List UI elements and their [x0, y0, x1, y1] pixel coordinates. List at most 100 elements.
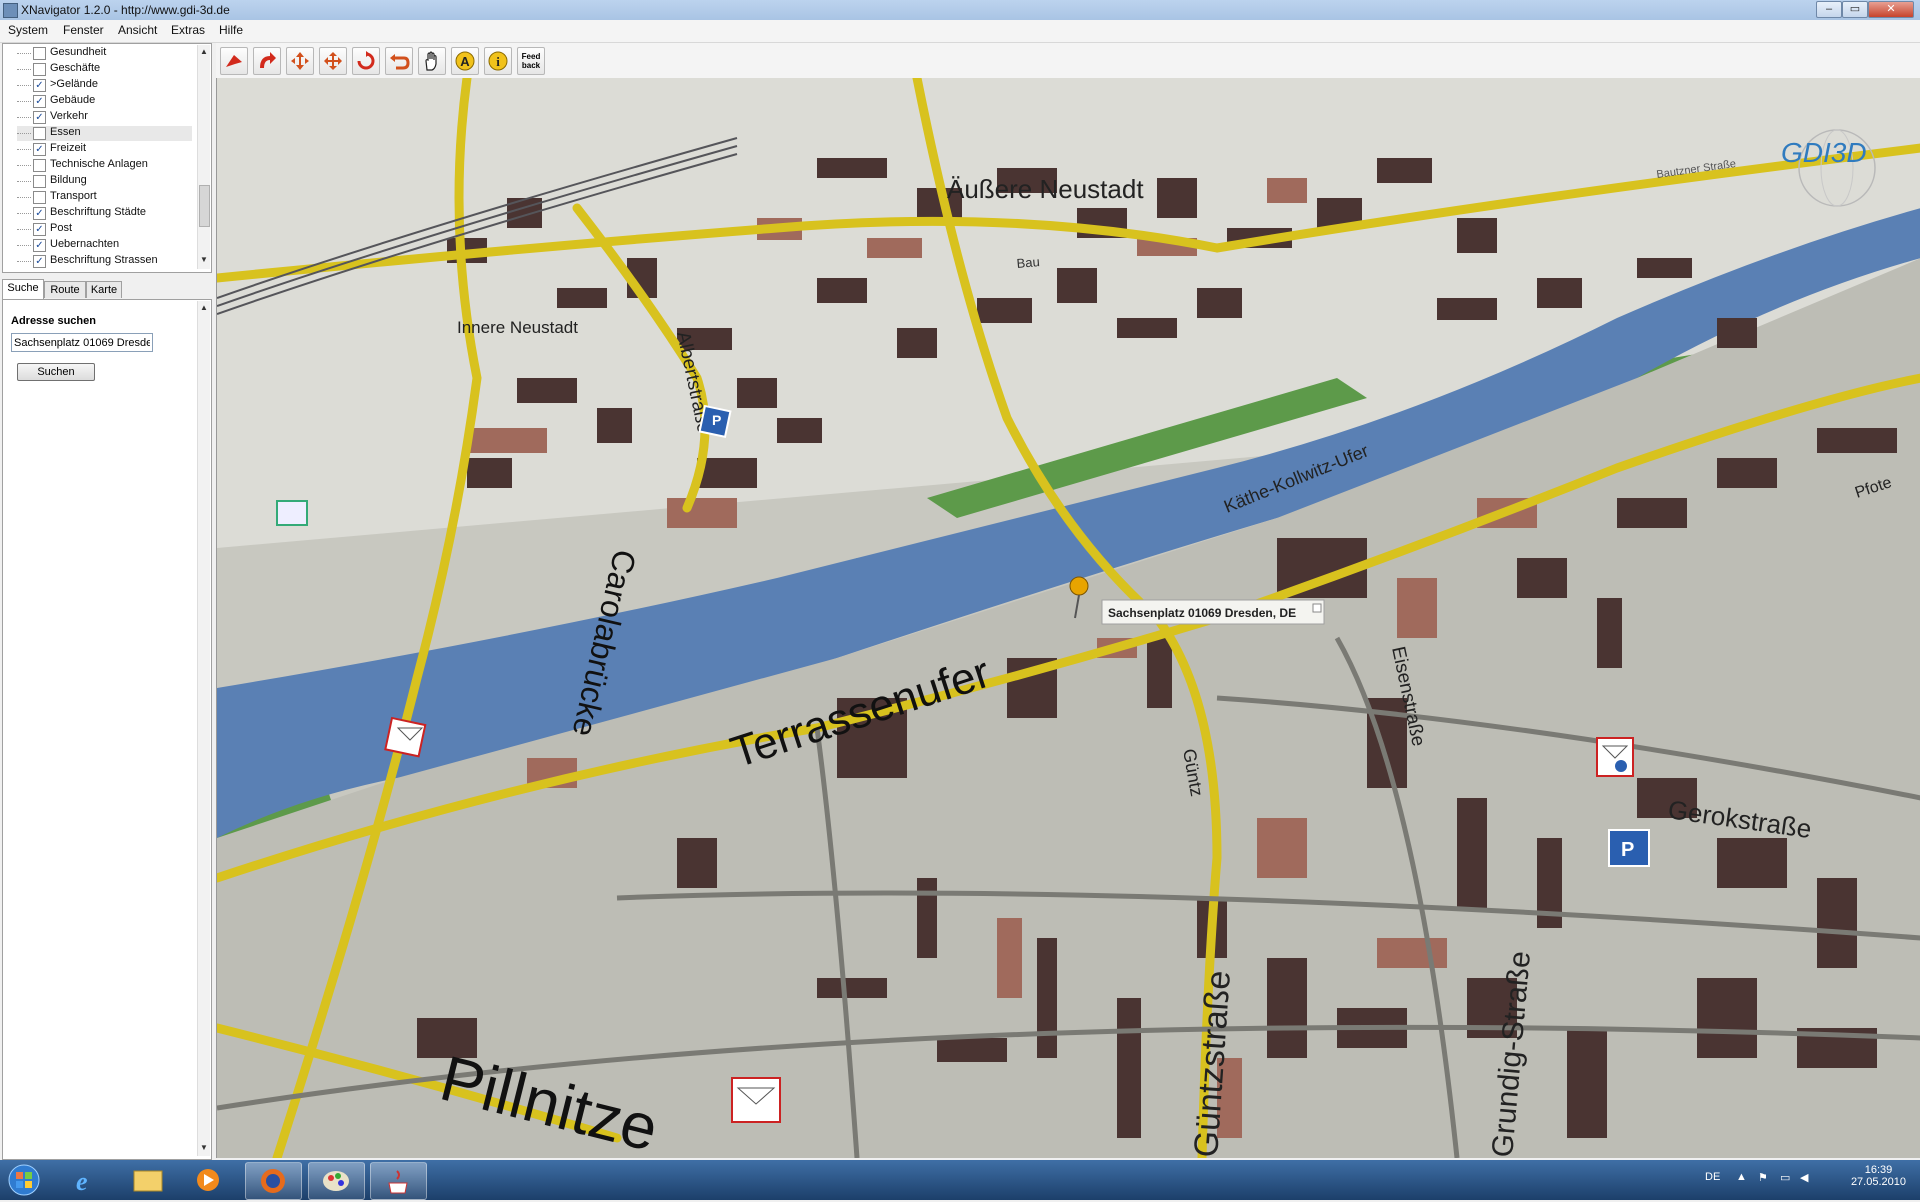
- tab-karte[interactable]: Karte: [86, 281, 122, 298]
- feedback-label-2: back: [521, 61, 541, 70]
- search-panel: Adresse suchen Suchen ▲ ▼: [2, 299, 212, 1160]
- menu-ansicht[interactable]: Ansicht: [118, 23, 157, 37]
- taskbar-ie[interactable]: e: [60, 1162, 115, 1198]
- layer-item-geschaefte[interactable]: Geschäfte: [17, 62, 192, 77]
- start-button[interactable]: [4, 1162, 50, 1198]
- label-aussere-neustadt: Äußere Neustadt: [947, 174, 1144, 204]
- search-button[interactable]: Suchen: [17, 363, 95, 381]
- pan-vertical-button[interactable]: [286, 47, 314, 75]
- layer-checkbox[interactable]: ✓: [33, 79, 46, 92]
- layer-item-uebernachten[interactable]: ✓ Uebernachten: [17, 238, 192, 253]
- layer-item-essen[interactable]: Essen: [17, 126, 192, 141]
- minimize-button[interactable]: –: [1816, 1, 1842, 18]
- taskbar-media-player[interactable]: [180, 1162, 235, 1198]
- sidebar-tabs: Suche Route Karte: [2, 279, 210, 299]
- parking-icon[interactable]: P: [698, 404, 732, 439]
- layer-scrollbar[interactable]: ▲ ▼: [197, 45, 210, 269]
- layer-checkbox[interactable]: [33, 63, 46, 76]
- popup-text: Sachsenplatz 01069 Dresden, DE: [1108, 606, 1296, 620]
- scroll-up-icon[interactable]: ▲: [199, 47, 209, 57]
- hand-tool-button[interactable]: [418, 47, 446, 75]
- layer-item-gebaeude[interactable]: ✓ Gebäude: [17, 94, 192, 109]
- menu-system[interactable]: System: [8, 23, 48, 37]
- hotel-cube-icon[interactable]: [276, 500, 308, 526]
- layer-checkbox[interactable]: ✓: [33, 207, 46, 220]
- layer-checkbox[interactable]: [33, 127, 46, 140]
- taskbar-paint[interactable]: [308, 1162, 365, 1200]
- close-button[interactable]: ✕: [1868, 1, 1914, 18]
- layer-item-verkehr[interactable]: ✓ Verkehr: [17, 110, 192, 125]
- svg-text:P: P: [1621, 839, 1634, 861]
- tab-route[interactable]: Route: [44, 281, 86, 298]
- scroll-down-icon[interactable]: ▼: [199, 255, 209, 265]
- menu-fenster[interactable]: Fenster: [63, 23, 104, 37]
- layer-item-post[interactable]: ✓ Post: [17, 222, 192, 237]
- media-player-icon: [197, 1169, 219, 1191]
- scroll-up-icon[interactable]: ▲: [199, 303, 209, 313]
- layer-item-transport[interactable]: Transport: [17, 190, 192, 205]
- search-scrollbar[interactable]: ▲ ▼: [197, 301, 210, 1156]
- annotation-button[interactable]: A: [451, 47, 479, 75]
- layer-item-technische-anlagen[interactable]: Technische Anlagen: [17, 158, 192, 173]
- tray-show-hidden-icon[interactable]: ▲: [1736, 1171, 1747, 1183]
- layer-item-freizeit[interactable]: ✓ Freizeit: [17, 142, 192, 157]
- windows-taskbar: e DE ▲ ⚑ ▭ ◀ 16:39 27.05.2010: [0, 1160, 1920, 1200]
- tray-flag-icon[interactable]: ⚑: [1758, 1171, 1768, 1184]
- address-input[interactable]: [11, 333, 153, 352]
- map-toolbar: A i Feed back: [216, 43, 1920, 79]
- layer-checkbox[interactable]: ✓: [33, 143, 46, 156]
- paint-icon: [323, 1171, 349, 1191]
- internet-explorer-icon: e: [76, 1167, 88, 1196]
- menu-hilfe[interactable]: Hilfe: [219, 23, 243, 37]
- scroll-down-icon[interactable]: ▼: [199, 1143, 209, 1153]
- app-icon: [3, 3, 18, 18]
- popup-close-icon[interactable]: [1312, 603, 1322, 613]
- layer-checkbox[interactable]: ✓: [33, 111, 46, 124]
- tray-volume-icon[interactable]: ◀: [1800, 1171, 1808, 1184]
- post-cube-icon[interactable]: [1596, 737, 1634, 777]
- layer-item-bildung[interactable]: Bildung: [17, 174, 192, 189]
- layer-item-gelaende[interactable]: ✓ >Gelände: [17, 78, 192, 93]
- taskbar-clock[interactable]: 16:39 27.05.2010: [1851, 1164, 1906, 1188]
- layer-checkbox[interactable]: [33, 47, 46, 60]
- feedback-button[interactable]: Feed back: [517, 47, 545, 75]
- tray-network-icon[interactable]: ▭: [1780, 1171, 1790, 1184]
- post-cube-icon[interactable]: [731, 1077, 781, 1123]
- address-popup[interactable]: Sachsenplatz 01069 Dresden, DE: [1101, 599, 1325, 625]
- post-cube-icon[interactable]: [384, 716, 427, 758]
- layer-checkbox[interactable]: [33, 159, 46, 172]
- logo-text: GDI3D: [1781, 137, 1867, 168]
- layer-checkbox[interactable]: ✓: [33, 239, 46, 252]
- tab-suche[interactable]: Suche: [2, 279, 44, 299]
- layer-checkbox[interactable]: ✓: [33, 95, 46, 108]
- parking-icon[interactable]: P: [1608, 829, 1650, 867]
- menu-extras[interactable]: Extras: [171, 23, 205, 37]
- layer-item-beschriftung-staedte[interactable]: ✓ Beschriftung Städte: [17, 206, 192, 221]
- info-button[interactable]: i: [484, 47, 512, 75]
- pan-button[interactable]: [319, 47, 347, 75]
- map-canvas[interactable]: Äußere Neustadt Innere Neustadt Albertst…: [217, 78, 1920, 1158]
- layer-item-gesundheit[interactable]: Gesundheit: [17, 46, 192, 61]
- taskbar-java[interactable]: [370, 1162, 427, 1200]
- hand-icon: [425, 51, 437, 71]
- taskbar-firefox[interactable]: [245, 1162, 302, 1200]
- text-annotation-icon: A: [455, 51, 475, 71]
- taskbar-explorer[interactable]: [120, 1162, 175, 1198]
- move-forward-button[interactable]: [220, 47, 248, 75]
- rotate-up-button[interactable]: [253, 47, 281, 75]
- layer-item-beschriftung-strassen[interactable]: ✓ Beschriftung Strassen: [17, 254, 192, 269]
- layer-checkbox[interactable]: [33, 175, 46, 188]
- layer-checkbox[interactable]: [33, 191, 46, 204]
- map-3d-view[interactable]: Äußere Neustadt Innere Neustadt Albertst…: [216, 78, 1920, 1158]
- layer-checkbox[interactable]: ✓: [33, 255, 46, 268]
- search-heading: Adresse suchen: [11, 315, 96, 327]
- window-titlebar: XNavigator 1.2.0 - http://www.gdi-3d.de …: [0, 0, 1920, 21]
- firefox-icon: [261, 1169, 285, 1193]
- language-indicator[interactable]: DE: [1705, 1171, 1720, 1183]
- maximize-button[interactable]: ▭: [1842, 1, 1868, 18]
- rotate-button[interactable]: [352, 47, 380, 75]
- layer-checkbox[interactable]: ✓: [33, 223, 46, 236]
- scroll-thumb[interactable]: [199, 185, 210, 227]
- undo-button[interactable]: [385, 47, 413, 75]
- svg-text:e: e: [76, 1167, 88, 1196]
